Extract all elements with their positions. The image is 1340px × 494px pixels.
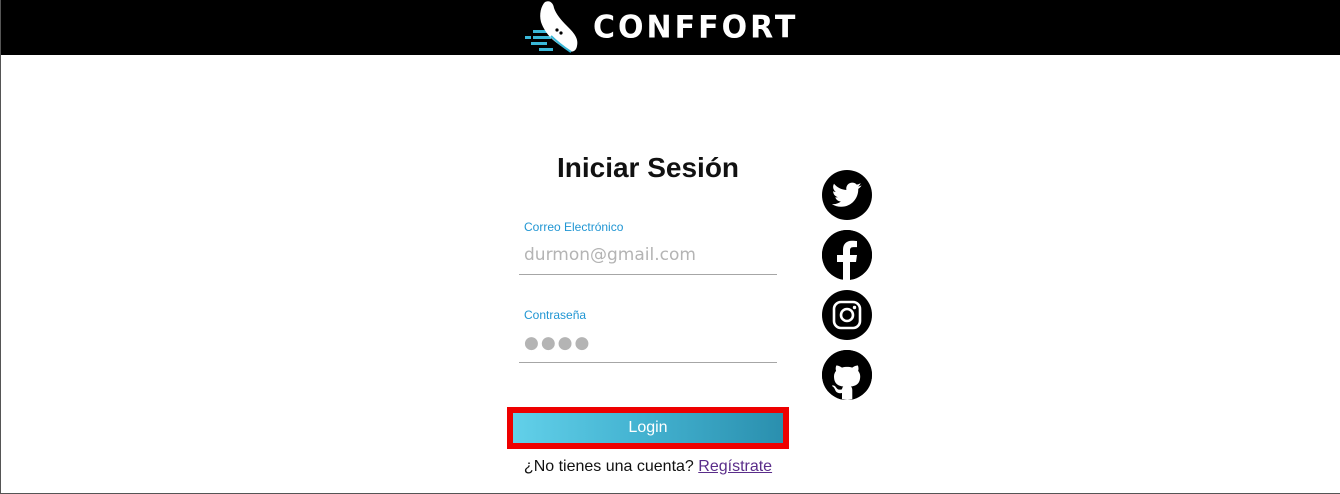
github-button[interactable] xyxy=(822,350,872,400)
signup-link[interactable]: Regístrate xyxy=(698,458,772,475)
password-label: Contraseña xyxy=(524,308,587,322)
signup-prompt: ¿No tienes una cuenta? Regístrate xyxy=(507,458,789,476)
brand[interactable]: CONFFORT xyxy=(521,0,798,55)
facebook-button[interactable] xyxy=(822,230,872,280)
sneaker-logo-icon xyxy=(525,1,578,53)
facebook-icon xyxy=(822,230,872,280)
brand-name: CONFFORT xyxy=(593,9,799,46)
password-field[interactable] xyxy=(519,323,777,363)
email-field-group: Correo Electrónico xyxy=(519,219,777,275)
login-page: CONFFORT Iniciar Sesión Correo Electróni… xyxy=(0,0,1340,494)
top-bar: CONFFORT xyxy=(1,0,1340,55)
twitter-button[interactable] xyxy=(822,170,872,220)
password-field-group: Contraseña xyxy=(519,307,777,363)
instagram-button[interactable] xyxy=(822,290,872,340)
login-button[interactable]: Login xyxy=(507,407,789,449)
email-label: Correo Electrónico xyxy=(524,220,624,234)
twitter-icon xyxy=(832,182,862,207)
page-title: Iniciar Sesión xyxy=(556,152,740,183)
github-icon xyxy=(822,350,872,400)
signup-prompt-text: ¿No tienes una cuenta? xyxy=(523,458,694,475)
email-field[interactable] xyxy=(519,235,777,275)
instagram-icon xyxy=(832,300,862,330)
login-button-label: Login xyxy=(513,413,783,443)
